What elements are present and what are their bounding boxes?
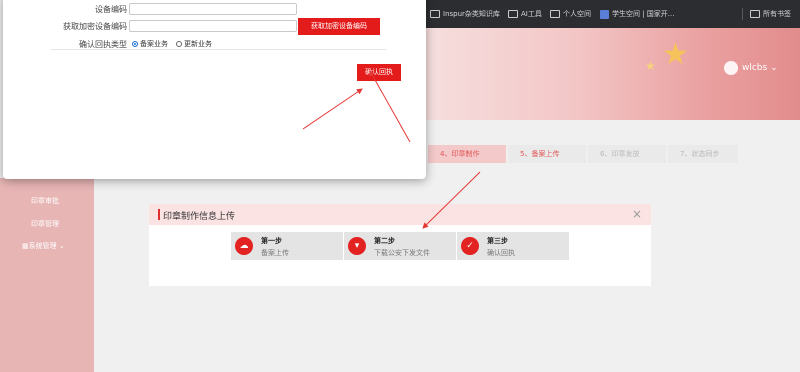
chevron-down-icon: ⌄ bbox=[56, 242, 65, 250]
step-card-confirm[interactable]: ✓ 第三步 确认回执 bbox=[457, 232, 569, 260]
site-icon bbox=[600, 9, 609, 19]
progress-step[interactable]: 5、备案上传 bbox=[508, 145, 586, 163]
bookmark-item[interactable]: 个人空间 bbox=[550, 8, 591, 20]
check-circle-icon: ✓ bbox=[461, 237, 479, 255]
step-title: 第二步 bbox=[374, 237, 395, 245]
upload-cloud-icon: ☁ bbox=[235, 237, 253, 255]
chevron-down-icon: ⌄ bbox=[770, 63, 778, 73]
radio-checked-icon bbox=[132, 41, 138, 47]
step-subtitle: 备案上传 bbox=[261, 249, 289, 257]
encrypted-code-label: 获取加密设备编码 bbox=[63, 22, 127, 31]
get-encrypted-code-button[interactable]: 获取加密设备编码 bbox=[298, 18, 380, 35]
folder-icon bbox=[550, 10, 560, 18]
progress-step[interactable]: 6、印章发放 bbox=[588, 145, 666, 163]
bookmarks-bar: Inspur杂类知识库 AI工具 个人空间 学生空间 | 国家开... 所有书签 bbox=[426, 0, 800, 28]
folder-icon bbox=[430, 10, 440, 18]
step-title: 第三步 bbox=[487, 237, 508, 245]
title-accent-bar bbox=[158, 209, 160, 220]
upload-panel: 印章制作信息上传 × ☁ 第一步 备案上传 ▾ 第二步 下载公安下发文件 ✓ 第… bbox=[149, 204, 651, 286]
panel-title: 印章制作信息上传 bbox=[163, 212, 236, 222]
close-icon[interactable]: × bbox=[632, 207, 642, 221]
username[interactable]: wlcbs ⌄ bbox=[742, 63, 778, 73]
radio-unchecked-icon bbox=[176, 41, 182, 47]
device-code-label: 设备编码 bbox=[95, 5, 127, 14]
star-decoration-icon: ★ bbox=[645, 59, 656, 73]
confirm-receipt-button[interactable]: 确认回执 bbox=[357, 64, 401, 81]
folder-icon bbox=[750, 10, 760, 18]
encryption-modal: 设备编码 获取加密设备编码 获取加密设备编码 确认回执类型 备案业务 更新业务 … bbox=[3, 0, 426, 179]
bookmark-item[interactable]: AI工具 bbox=[508, 8, 542, 20]
sidebar-item-seal-management[interactable]: 印章管理 bbox=[31, 219, 59, 229]
step-card-upload[interactable]: ☁ 第一步 备案上传 bbox=[231, 232, 343, 260]
encrypted-code-input[interactable] bbox=[129, 20, 297, 32]
step-title: 第一步 bbox=[261, 237, 282, 245]
step-card-download[interactable]: ▾ 第二步 下载公安下发文件 bbox=[344, 232, 456, 260]
avatar[interactable] bbox=[724, 61, 738, 75]
header-banner bbox=[426, 28, 800, 120]
progress-step[interactable]: 4、印章制作 bbox=[428, 145, 506, 163]
panel-header: 印章制作信息上传 × bbox=[149, 204, 651, 225]
sidebar-item-system-management[interactable]: ▦系统管理 ⌄ bbox=[22, 241, 65, 251]
star-decoration-icon: ★ bbox=[662, 37, 689, 72]
step-subtitle: 下载公安下发文件 bbox=[374, 249, 430, 257]
bookmark-item[interactable]: 所有书签 bbox=[750, 8, 791, 20]
bookmark-item[interactable]: Inspur杂类知识库 bbox=[430, 8, 500, 20]
sidebar: 印章审批 印章管理 ▦系统管理 ⌄ bbox=[0, 178, 94, 372]
progress-step[interactable]: 7、状态同步 bbox=[668, 145, 738, 163]
radio-update-business[interactable]: 更新业务 bbox=[176, 39, 212, 49]
folder-download-icon: ▾ bbox=[348, 237, 366, 255]
radio-filing-business[interactable]: 备案业务 bbox=[132, 39, 168, 49]
step-subtitle: 确认回执 bbox=[487, 249, 515, 257]
grid-icon: ▦ bbox=[22, 242, 29, 250]
folder-icon bbox=[508, 10, 518, 18]
bookmark-separator bbox=[742, 8, 743, 20]
sidebar-item-seal-approval[interactable]: 印章审批 bbox=[31, 196, 59, 206]
device-code-input[interactable] bbox=[129, 3, 297, 15]
divider bbox=[51, 49, 386, 50]
bookmark-item[interactable]: 学生空间 | 国家开... bbox=[600, 8, 674, 20]
